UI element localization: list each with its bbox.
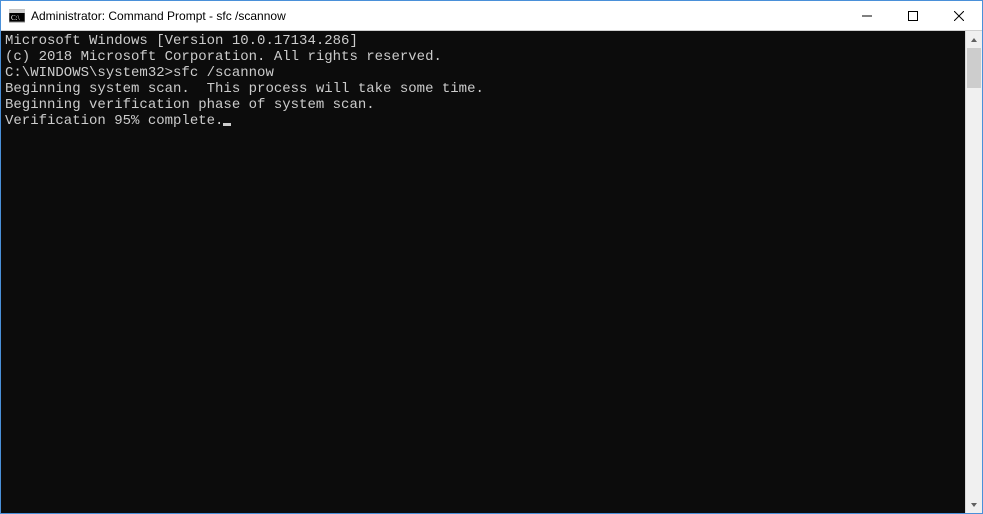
window-title: Administrator: Command Prompt - sfc /sca… [31, 9, 286, 23]
vertical-scrollbar[interactable] [965, 31, 982, 513]
terminal-line: Beginning system scan. This process will… [5, 81, 961, 97]
scroll-thumb[interactable] [967, 48, 981, 88]
terminal-line: C:\WINDOWS\system32>sfc /scannow [5, 65, 961, 81]
terminal-line: Microsoft Windows [Version 10.0.17134.28… [5, 33, 961, 49]
terminal-output[interactable]: Microsoft Windows [Version 10.0.17134.28… [1, 31, 965, 513]
close-button[interactable] [936, 1, 982, 30]
command-prompt-window: C:\ Administrator: Command Prompt - sfc … [0, 0, 983, 514]
cmd-icon: C:\ [9, 8, 25, 24]
scroll-up-button[interactable] [966, 31, 982, 48]
text-cursor [223, 123, 231, 126]
minimize-button[interactable] [844, 1, 890, 30]
terminal-line: Beginning verification phase of system s… [5, 97, 961, 113]
client-area: Microsoft Windows [Version 10.0.17134.28… [1, 31, 982, 513]
scroll-down-button[interactable] [966, 496, 982, 513]
titlebar[interactable]: C:\ Administrator: Command Prompt - sfc … [1, 1, 982, 31]
terminal-line: Verification 95% complete. [5, 113, 961, 129]
maximize-button[interactable] [890, 1, 936, 30]
svg-text:C:\: C:\ [11, 14, 20, 22]
terminal-line: (c) 2018 Microsoft Corporation. All righ… [5, 49, 961, 65]
window-controls [844, 1, 982, 30]
scroll-track[interactable] [966, 48, 982, 496]
